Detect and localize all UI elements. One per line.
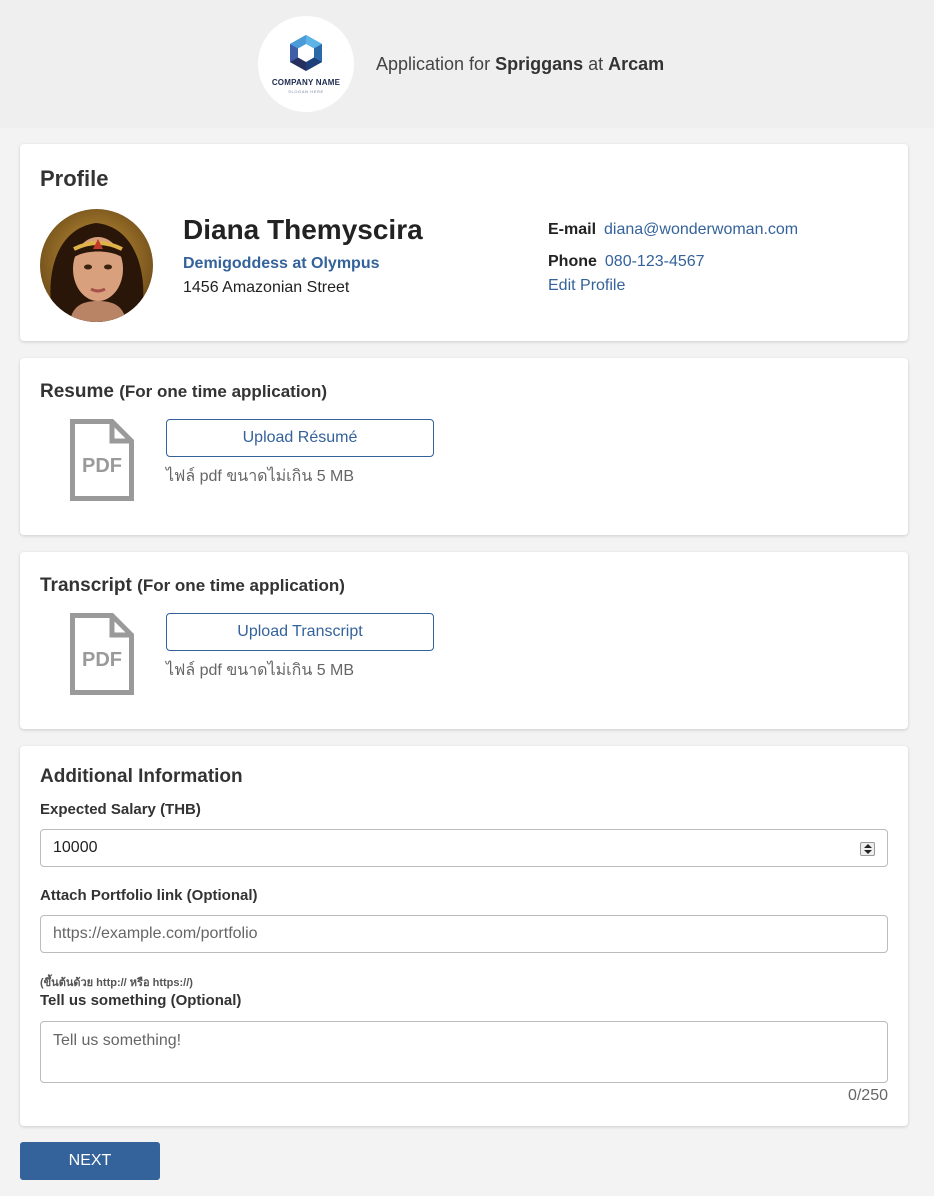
phone-value[interactable]: 080-123-4567 (605, 253, 705, 270)
salary-value: 10000 (53, 839, 98, 856)
portfolio-hint: (ขึ้นต้นด้วย http:// หรือ https://) (40, 977, 193, 989)
salary-input[interactable]: 10000 (40, 829, 888, 867)
page-header: COMPANY NAME SLOGAN HERE Application for… (0, 0, 934, 128)
title-prefix: Application for (376, 54, 491, 74)
company-name: Arcam (608, 54, 665, 74)
number-spinner-icon[interactable] (860, 842, 875, 856)
avatar (40, 209, 153, 322)
portfolio-placeholder: https://example.com/portfolio (53, 925, 258, 942)
resume-section-title: Resume (For one time application) (40, 381, 327, 403)
profile-section-title: Profile (40, 166, 109, 191)
character-counter: 0/250 (847, 1087, 888, 1104)
profile-address: 1456 Amazonian Street (183, 279, 350, 296)
additional-section-title: Additional Information (40, 766, 243, 787)
resume-card: Resume (For one time application) PDF Up… (20, 358, 908, 535)
tell-textarea[interactable]: Tell us something! (40, 1021, 888, 1083)
edit-profile-link[interactable]: Edit Profile (548, 277, 625, 295)
company-logo: COMPANY NAME SLOGAN HERE (258, 16, 354, 112)
email-value[interactable]: diana@wonderwoman.com (604, 221, 798, 238)
resume-title: Resume (40, 381, 114, 402)
transcript-file-note: ไฟล์ pdf ขนาดไม่เกิน 5 MB (166, 662, 355, 679)
salary-label: Expected Salary (THB) (40, 801, 201, 818)
profile-name: Diana Themyscira (183, 214, 423, 245)
transcript-section-title: Transcript (For one time application) (40, 575, 345, 597)
transcript-title: Transcript (40, 575, 132, 596)
portfolio-label: Attach Portfolio link (Optional) (40, 887, 258, 904)
phone-row: Phone 080-123-4567 (548, 253, 705, 271)
portfolio-input[interactable]: https://example.com/portfolio (40, 915, 888, 953)
pdf-icon-label: PDF (82, 455, 122, 477)
next-button[interactable]: NEXT (20, 1142, 160, 1180)
profile-photo (40, 209, 153, 322)
resume-file-note: ไฟล์ pdf ขนาดไม่เกิน 5 MB (166, 468, 355, 485)
logo-company-name: COMPANY NAME (271, 78, 341, 87)
phone-label: Phone (548, 253, 597, 270)
pdf-file-icon: PDF (70, 613, 134, 695)
profile-role: Demigoddess at Olympus (183, 255, 380, 272)
title-middle: at (588, 54, 604, 74)
upload-transcript-button[interactable]: Upload Transcript (166, 613, 434, 651)
additional-info-card: Additional Information Expected Salary (… (20, 746, 908, 1126)
tell-placeholder: Tell us something! (53, 1032, 182, 1049)
transcript-title-sub: (For one time application) (137, 576, 345, 595)
email-row: E-mail diana@wonderwoman.com (548, 221, 798, 239)
resume-title-sub: (For one time application) (119, 382, 327, 401)
application-title: Application for Spriggans at Arcam (376, 54, 664, 75)
position-name: Spriggans (495, 54, 584, 74)
pdf-file-icon: PDF (70, 419, 134, 501)
hexagon-logo-icon (290, 35, 322, 71)
pdf-icon-label: PDF (82, 649, 122, 671)
tell-label: Tell us something (Optional) (40, 992, 242, 1009)
transcript-card: Transcript (For one time application) PD… (20, 552, 908, 729)
profile-card: Profile Diana Themyscira Demigoddess at … (20, 144, 908, 341)
logo-slogan: SLOGAN HERE (288, 89, 324, 94)
email-label: E-mail (548, 221, 597, 238)
upload-resume-button[interactable]: Upload Résumé (166, 419, 434, 457)
